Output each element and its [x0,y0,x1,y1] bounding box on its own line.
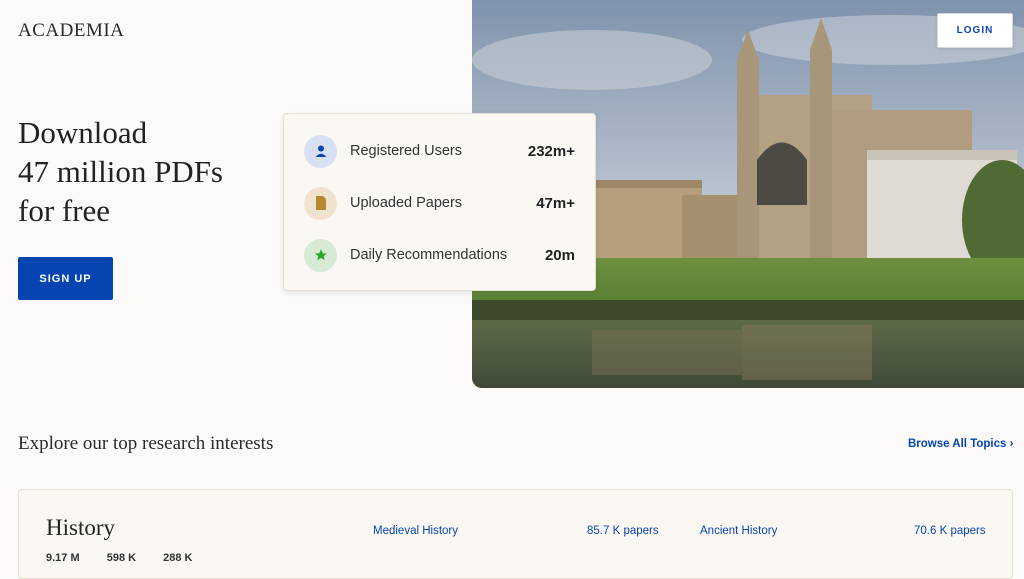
stat-row-registered-users: Registered Users 232m+ [304,134,575,168]
hero-title: Download 47 million PDFs for free [18,113,278,230]
document-icon [304,186,337,220]
subtopic-paper-count: 85.7 K papers [587,525,659,537]
hero-title-line: for free [18,193,111,228]
subtopic-link-ancient-history[interactable]: Ancient History [700,525,777,537]
stat-value: 20m [544,246,575,264]
academia-logo[interactable]: ACADEMIA [18,20,124,42]
explore-section-title: Explore our top research interests [18,433,274,454]
topic-stats: 9.17 M 598 K 288 K [46,552,216,564]
user-icon [304,134,337,168]
browse-all-topics-link[interactable]: Browse All Topics › [908,438,1013,450]
stat-row-daily-recommendations: Daily Recommendations 20m [304,238,575,272]
topic-stat: 9.17 M [46,552,80,564]
stat-label: Daily Recommendations [350,247,508,263]
stat-value: 232m+ [527,142,575,160]
sign-up-button[interactable]: SIGN UP [18,257,113,300]
stats-card: Registered Users 232m+ Uploaded Papers 4… [283,113,596,291]
topic-stat: 598 K [106,552,137,564]
stat-value: 47m+ [536,194,575,212]
hero-title-line: Download [18,115,148,150]
stat-label: Uploaded Papers [350,195,463,211]
subtopic-paper-count: 70.6 K papers [914,525,986,537]
topic-title[interactable]: History [46,515,115,541]
login-button[interactable]: LOGIN [937,13,1013,48]
subtopic-link-medieval-history[interactable]: Medieval History [373,525,458,537]
hero-title-line: 47 million PDFs [18,154,223,189]
topic-stat: 288 K [163,552,193,564]
topic-card-history: History 9.17 M 598 K 288 K Medieval Hist… [18,489,1013,579]
stat-label: Registered Users [350,143,463,159]
star-icon [304,238,337,272]
stat-row-uploaded-papers: Uploaded Papers 47m+ [304,186,575,220]
